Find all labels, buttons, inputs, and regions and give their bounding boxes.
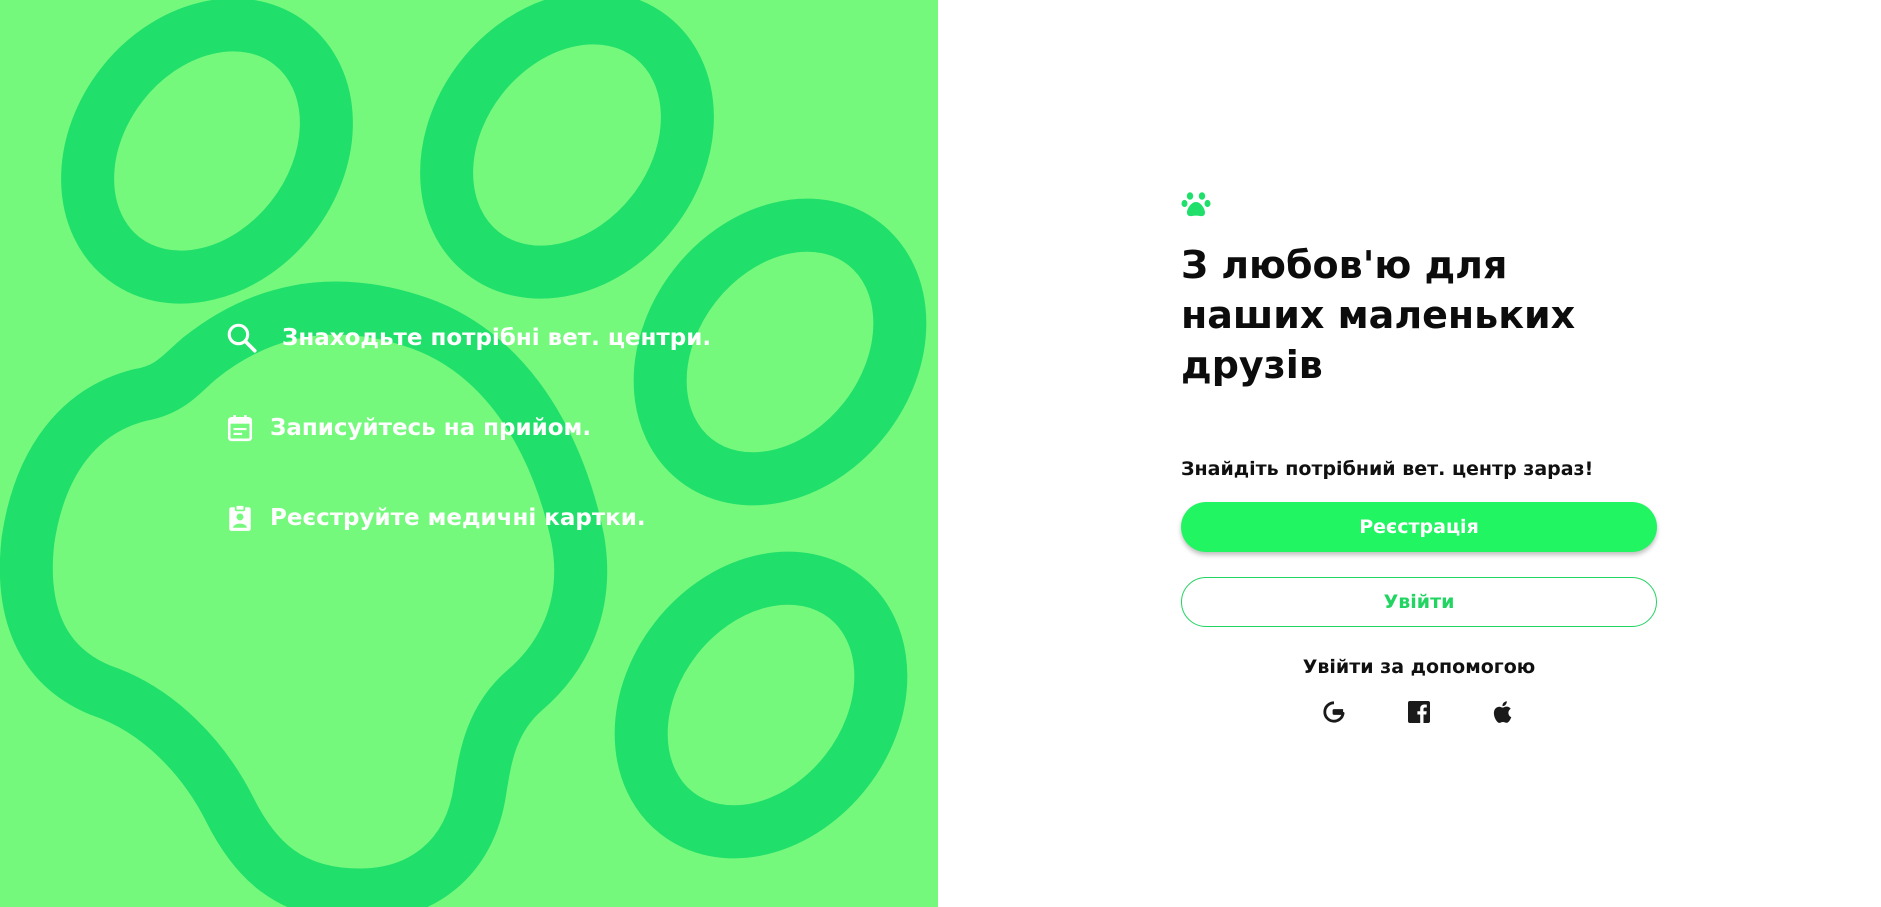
- hero-panel: Знаходьте потрібні вет. центри. Записуйт…: [0, 0, 938, 907]
- medical-card-icon: [222, 500, 258, 536]
- feature-label: Реєструйте медичні картки.: [270, 505, 646, 531]
- facebook-login-button[interactable]: [1405, 700, 1433, 728]
- feature-list: Знаходьте потрібні вет. центри. Записуйт…: [222, 318, 711, 588]
- apple-login-button[interactable]: [1490, 700, 1518, 728]
- facebook-icon: [1407, 700, 1431, 728]
- paw-icon: [1181, 190, 1213, 222]
- page-title: З любов'ю для наших маленьких друзів: [1181, 243, 1576, 387]
- feature-item-appointment: Записуйтесь на прийом.: [222, 408, 711, 448]
- paw-toe-1: [61, 0, 353, 304]
- search-icon: [222, 320, 262, 356]
- apple-icon: [1492, 699, 1516, 729]
- auth-panel: З любов'ю для наших маленьких друзів Зна…: [938, 0, 1881, 907]
- feature-item-find: Знаходьте потрібні вет. центри.: [222, 318, 711, 358]
- subtitle: Знайдіть потрібний вет. центр зараз!: [1181, 458, 1594, 480]
- feature-label: Знаходьте потрібні вет. центри.: [282, 325, 712, 351]
- page: Знаходьте потрібні вет. центри. Записуйт…: [0, 0, 1881, 907]
- feature-item-medical-card: Реєструйте медичні картки.: [222, 498, 711, 538]
- google-login-button[interactable]: [1320, 700, 1348, 728]
- social-login-row: [1181, 700, 1657, 728]
- register-button[interactable]: Реєстрація: [1181, 502, 1657, 552]
- social-login-title: Увійти за допомогою: [1302, 656, 1536, 678]
- login-button[interactable]: Увійти: [1181, 577, 1657, 627]
- feature-label: Записуйтесь на прийом.: [270, 415, 592, 441]
- calendar-icon: [222, 410, 258, 446]
- google-icon: [1321, 699, 1347, 729]
- auth-content: З любов'ю для наших маленьких друзів Зна…: [1181, 190, 1657, 728]
